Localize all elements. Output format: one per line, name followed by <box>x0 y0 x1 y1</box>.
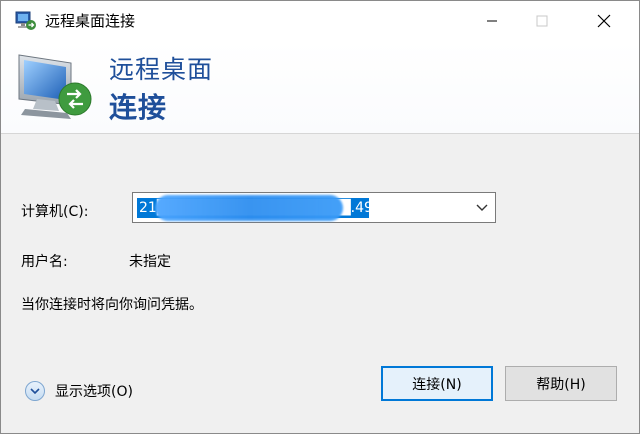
chevron-down-icon[interactable] <box>475 202 489 212</box>
minimize-button[interactable] <box>467 1 517 41</box>
expand-chevron-icon[interactable] <box>25 381 45 401</box>
username-label: 用户名: <box>21 254 68 270</box>
show-options-label[interactable]: 显示选项(O) <box>55 381 133 401</box>
remote-desktop-app-icon <box>15 11 36 30</box>
computer-label: 计算机(C): <box>21 204 89 220</box>
close-icon <box>597 14 611 28</box>
minimize-icon <box>487 20 497 22</box>
remote-desktop-monitor-icon <box>18 54 92 119</box>
help-button[interactable]: 帮助(H) <box>505 366 617 401</box>
banner-title-line2: 连接 <box>109 91 168 124</box>
window-title: 远程桌面连接 <box>45 12 136 30</box>
header-banner: 远程桌面 连接 <box>1 41 639 134</box>
credential-note: 当你连接时将向你询问凭据。 <box>21 297 203 313</box>
redaction-blur <box>155 195 343 221</box>
show-options-toggle[interactable]: 显示选项(O) <box>25 381 133 401</box>
connect-button[interactable]: 连接(N) <box>381 366 493 401</box>
title-bar[interactable]: 远程桌面连接 <box>1 1 639 41</box>
close-button[interactable] <box>579 1 629 41</box>
chevron-down-icon <box>30 388 40 395</box>
rdp-window: 远程桌面连接 远程桌面 连接 计算机(C): 用户名: 未指定 当你连接时将向你… <box>0 0 640 434</box>
maximize-icon <box>536 15 548 27</box>
banner-title-line1: 远程桌面 <box>109 55 214 84</box>
computer-combobox[interactable]: 21██████████████████.494 <box>132 192 496 223</box>
maximize-button[interactable] <box>517 1 567 41</box>
username-value: 未指定 <box>129 254 171 270</box>
